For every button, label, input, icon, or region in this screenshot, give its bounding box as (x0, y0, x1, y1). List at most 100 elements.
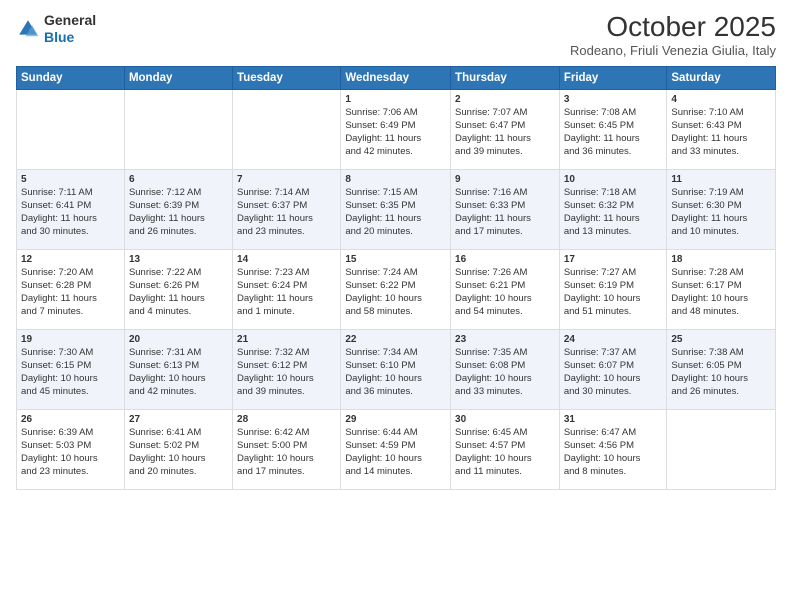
day-info: and 4 minutes. (129, 306, 228, 319)
day-number: 12 (21, 253, 120, 267)
day-number: 19 (21, 333, 120, 347)
day-info: Sunset: 6:26 PM (129, 280, 228, 293)
day-info: Daylight: 11 hours (455, 133, 555, 146)
week-row-2: 5Sunrise: 7:11 AMSunset: 6:41 PMDaylight… (17, 169, 776, 249)
day-number: 6 (129, 173, 228, 187)
title-block: October 2025 Rodeano, Friuli Venezia Giu… (570, 12, 776, 58)
day-number: 27 (129, 413, 228, 427)
day-info: Sunset: 6:21 PM (455, 280, 555, 293)
day-info: Daylight: 11 hours (671, 133, 771, 146)
week-row-5: 26Sunrise: 6:39 AMSunset: 5:03 PMDayligh… (17, 409, 776, 489)
day-info: Daylight: 11 hours (345, 213, 446, 226)
calendar-cell: 11Sunrise: 7:19 AMSunset: 6:30 PMDayligh… (667, 169, 776, 249)
day-header-monday: Monday (124, 66, 232, 89)
day-header-friday: Friday (559, 66, 667, 89)
day-header-sunday: Sunday (17, 66, 125, 89)
day-info: Sunset: 6:37 PM (237, 200, 336, 213)
calendar-cell: 10Sunrise: 7:18 AMSunset: 6:32 PMDayligh… (559, 169, 667, 249)
day-info: Daylight: 10 hours (564, 373, 663, 386)
day-info: Sunset: 6:30 PM (671, 200, 771, 213)
day-number: 10 (564, 173, 663, 187)
week-row-4: 19Sunrise: 7:30 AMSunset: 6:15 PMDayligh… (17, 329, 776, 409)
calendar-cell: 28Sunrise: 6:42 AMSunset: 5:00 PMDayligh… (233, 409, 341, 489)
calendar-cell: 18Sunrise: 7:28 AMSunset: 6:17 PMDayligh… (667, 249, 776, 329)
day-info: Daylight: 10 hours (345, 453, 446, 466)
day-info: Daylight: 11 hours (237, 213, 336, 226)
day-number: 22 (345, 333, 446, 347)
day-info: Sunset: 6:10 PM (345, 360, 446, 373)
day-info: and 11 minutes. (455, 466, 555, 479)
day-info: Sunset: 6:43 PM (671, 120, 771, 133)
day-info: and 54 minutes. (455, 306, 555, 319)
day-info: Daylight: 11 hours (129, 293, 228, 306)
logo-icon (16, 17, 40, 41)
day-number: 2 (455, 93, 555, 107)
calendar-cell: 16Sunrise: 7:26 AMSunset: 6:21 PMDayligh… (451, 249, 560, 329)
day-info: and 10 minutes. (671, 226, 771, 239)
day-info: Sunrise: 7:38 AM (671, 347, 771, 360)
calendar-cell (17, 89, 125, 169)
day-number: 29 (345, 413, 446, 427)
calendar-cell: 19Sunrise: 7:30 AMSunset: 6:15 PMDayligh… (17, 329, 125, 409)
day-number: 13 (129, 253, 228, 267)
day-info: Sunset: 6:32 PM (564, 200, 663, 213)
day-info: Sunset: 6:08 PM (455, 360, 555, 373)
calendar-cell: 15Sunrise: 7:24 AMSunset: 6:22 PMDayligh… (341, 249, 451, 329)
calendar-cell: 21Sunrise: 7:32 AMSunset: 6:12 PMDayligh… (233, 329, 341, 409)
calendar-cell: 14Sunrise: 7:23 AMSunset: 6:24 PMDayligh… (233, 249, 341, 329)
day-info: Daylight: 10 hours (21, 373, 120, 386)
calendar-cell: 8Sunrise: 7:15 AMSunset: 6:35 PMDaylight… (341, 169, 451, 249)
day-info: Daylight: 11 hours (21, 213, 120, 226)
day-info: Sunrise: 6:41 AM (129, 427, 228, 440)
day-info: Sunset: 6:41 PM (21, 200, 120, 213)
day-header-wednesday: Wednesday (341, 66, 451, 89)
calendar-cell: 30Sunrise: 6:45 AMSunset: 4:57 PMDayligh… (451, 409, 560, 489)
day-number: 21 (237, 333, 336, 347)
day-info: and 17 minutes. (237, 466, 336, 479)
day-info: Daylight: 10 hours (21, 453, 120, 466)
day-info: and 1 minute. (237, 306, 336, 319)
day-number: 24 (564, 333, 663, 347)
day-info: and 58 minutes. (345, 306, 446, 319)
day-number: 23 (455, 333, 555, 347)
day-info: Sunrise: 6:44 AM (345, 427, 446, 440)
day-info: Sunset: 4:57 PM (455, 440, 555, 453)
day-info: and 39 minutes. (455, 146, 555, 159)
day-info: Sunrise: 6:45 AM (455, 427, 555, 440)
month-year: October 2025 (570, 12, 776, 43)
day-number: 18 (671, 253, 771, 267)
day-info: Sunset: 6:45 PM (564, 120, 663, 133)
calendar-cell: 2Sunrise: 7:07 AMSunset: 6:47 PMDaylight… (451, 89, 560, 169)
day-info: Sunrise: 7:11 AM (21, 187, 120, 200)
calendar-cell: 7Sunrise: 7:14 AMSunset: 6:37 PMDaylight… (233, 169, 341, 249)
day-info: and 8 minutes. (564, 466, 663, 479)
day-info: and 42 minutes. (345, 146, 446, 159)
calendar-cell: 13Sunrise: 7:22 AMSunset: 6:26 PMDayligh… (124, 249, 232, 329)
day-info: Sunset: 5:03 PM (21, 440, 120, 453)
day-info: Sunset: 6:47 PM (455, 120, 555, 133)
day-info: Sunrise: 7:12 AM (129, 187, 228, 200)
day-info: Sunrise: 7:22 AM (129, 267, 228, 280)
day-number: 16 (455, 253, 555, 267)
calendar-cell: 22Sunrise: 7:34 AMSunset: 6:10 PMDayligh… (341, 329, 451, 409)
day-info: and 7 minutes. (21, 306, 120, 319)
day-info: Sunrise: 7:20 AM (21, 267, 120, 280)
day-info: Daylight: 10 hours (129, 373, 228, 386)
day-info: and 20 minutes. (345, 226, 446, 239)
day-info: Sunrise: 7:31 AM (129, 347, 228, 360)
calendar-cell: 3Sunrise: 7:08 AMSunset: 6:45 PMDaylight… (559, 89, 667, 169)
day-info: and 23 minutes. (21, 466, 120, 479)
day-header-tuesday: Tuesday (233, 66, 341, 89)
calendar-cell (667, 409, 776, 489)
day-info: Daylight: 11 hours (455, 213, 555, 226)
day-number: 25 (671, 333, 771, 347)
day-info: Sunset: 6:28 PM (21, 280, 120, 293)
day-number: 5 (21, 173, 120, 187)
day-number: 26 (21, 413, 120, 427)
day-number: 4 (671, 93, 771, 107)
calendar-cell: 6Sunrise: 7:12 AMSunset: 6:39 PMDaylight… (124, 169, 232, 249)
week-row-1: 1Sunrise: 7:06 AMSunset: 6:49 PMDaylight… (17, 89, 776, 169)
day-info: and 17 minutes. (455, 226, 555, 239)
day-number: 15 (345, 253, 446, 267)
day-info: Sunset: 6:12 PM (237, 360, 336, 373)
